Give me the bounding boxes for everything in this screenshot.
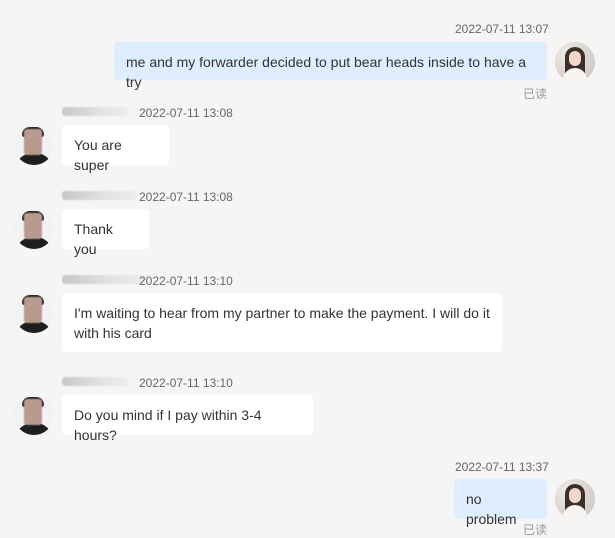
incoming-message-bubble[interactable]: You are super [62, 125, 169, 173]
message-timestamp: 2022-07-11 13:08 [139, 190, 233, 204]
contact-avatar[interactable] [14, 125, 54, 165]
message-timestamp: 2022-07-11 13:08 [139, 106, 233, 120]
sender-name-blurred [62, 107, 128, 116]
message-timestamp: 2022-07-11 13:07 [455, 22, 549, 36]
outgoing-message-bubble[interactable]: no problem [454, 479, 547, 527]
sender-name-blurred [62, 275, 146, 284]
read-receipt: 已读 [523, 523, 548, 537]
incoming-message-bubble[interactable]: Do you mind if I pay within 3-4 hours? [62, 395, 313, 443]
my-avatar[interactable] [555, 42, 595, 82]
outgoing-message-bubble[interactable]: me and my forwarder decided to put bear … [114, 42, 547, 90]
read-receipt: 已读 [523, 87, 548, 101]
incoming-message-bubble[interactable]: Thank you [62, 209, 149, 257]
message-timestamp: 2022-07-11 13:10 [139, 274, 233, 288]
sender-name-blurred [62, 377, 128, 386]
my-avatar[interactable] [555, 479, 595, 519]
chat-message-list[interactable]: 2022-07-11 13:07 me and my forwarder dec… [0, 0, 615, 537]
contact-avatar[interactable] [14, 395, 54, 435]
incoming-message-bubble[interactable]: I'm waiting to hear from my partner to m… [62, 293, 502, 352]
contact-avatar[interactable] [14, 209, 54, 249]
contact-avatar[interactable] [14, 293, 54, 333]
message-timestamp: 2022-07-11 13:10 [139, 376, 233, 390]
sender-name-blurred [62, 191, 136, 200]
message-timestamp: 2022-07-11 13:37 [455, 460, 549, 474]
